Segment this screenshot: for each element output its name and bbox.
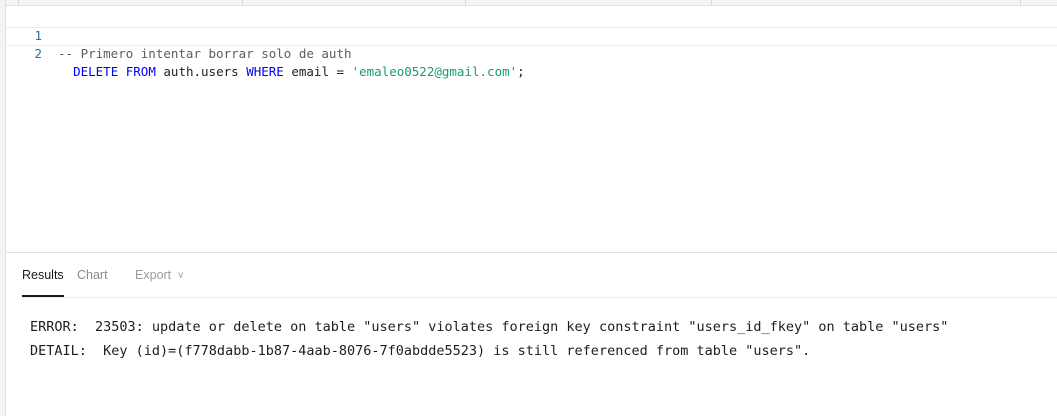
sql-comment: -- Primero intentar borrar solo de auth	[58, 46, 352, 61]
tab-chart[interactable]: Chart	[77, 253, 108, 297]
results-panel: Results Chart Export ∨ ERROR: 23503: upda…	[6, 252, 1057, 417]
code-line[interactable]: 2 DELETE FROM auth.users WHERE email = '…	[6, 27, 1057, 79]
keyword-from: FROM	[125, 64, 156, 79]
condition: email =	[291, 64, 352, 79]
error-line: ERROR: 23503: update or delete on table …	[30, 319, 949, 335]
code-text[interactable]: -- Primero intentar borrar solo de auth	[58, 45, 352, 63]
keyword-where: WHERE	[246, 64, 284, 79]
line-number: 2	[34, 46, 42, 61]
sql-editor[interactable]: 1 -- Primero intentar borrar solo de aut…	[6, 6, 1057, 252]
export-dropdown[interactable]: Export ∨	[135, 253, 184, 297]
statement-end: ;	[517, 64, 525, 79]
keyword-delete: DELETE	[73, 64, 119, 79]
code-line[interactable]: 1 -- Primero intentar borrar solo de aut…	[6, 9, 1057, 61]
detail-line: DETAIL: Key (id)=(f778dabb-1b87-4aab-807…	[30, 343, 811, 359]
results-tabs: Results Chart Export ∨	[22, 253, 1057, 298]
chevron-down-icon: ∨	[177, 270, 185, 281]
export-label: Export	[135, 268, 172, 282]
error-output: ERROR: 23503: update or delete on table …	[30, 315, 1047, 363]
tab-results[interactable]: Results	[22, 253, 64, 297]
string-literal: 'emaleo0522@gmail.com'	[351, 64, 518, 79]
code-text[interactable]: DELETE FROM auth.users WHERE email = 'em…	[58, 63, 525, 81]
table-name: auth.users	[163, 64, 239, 79]
